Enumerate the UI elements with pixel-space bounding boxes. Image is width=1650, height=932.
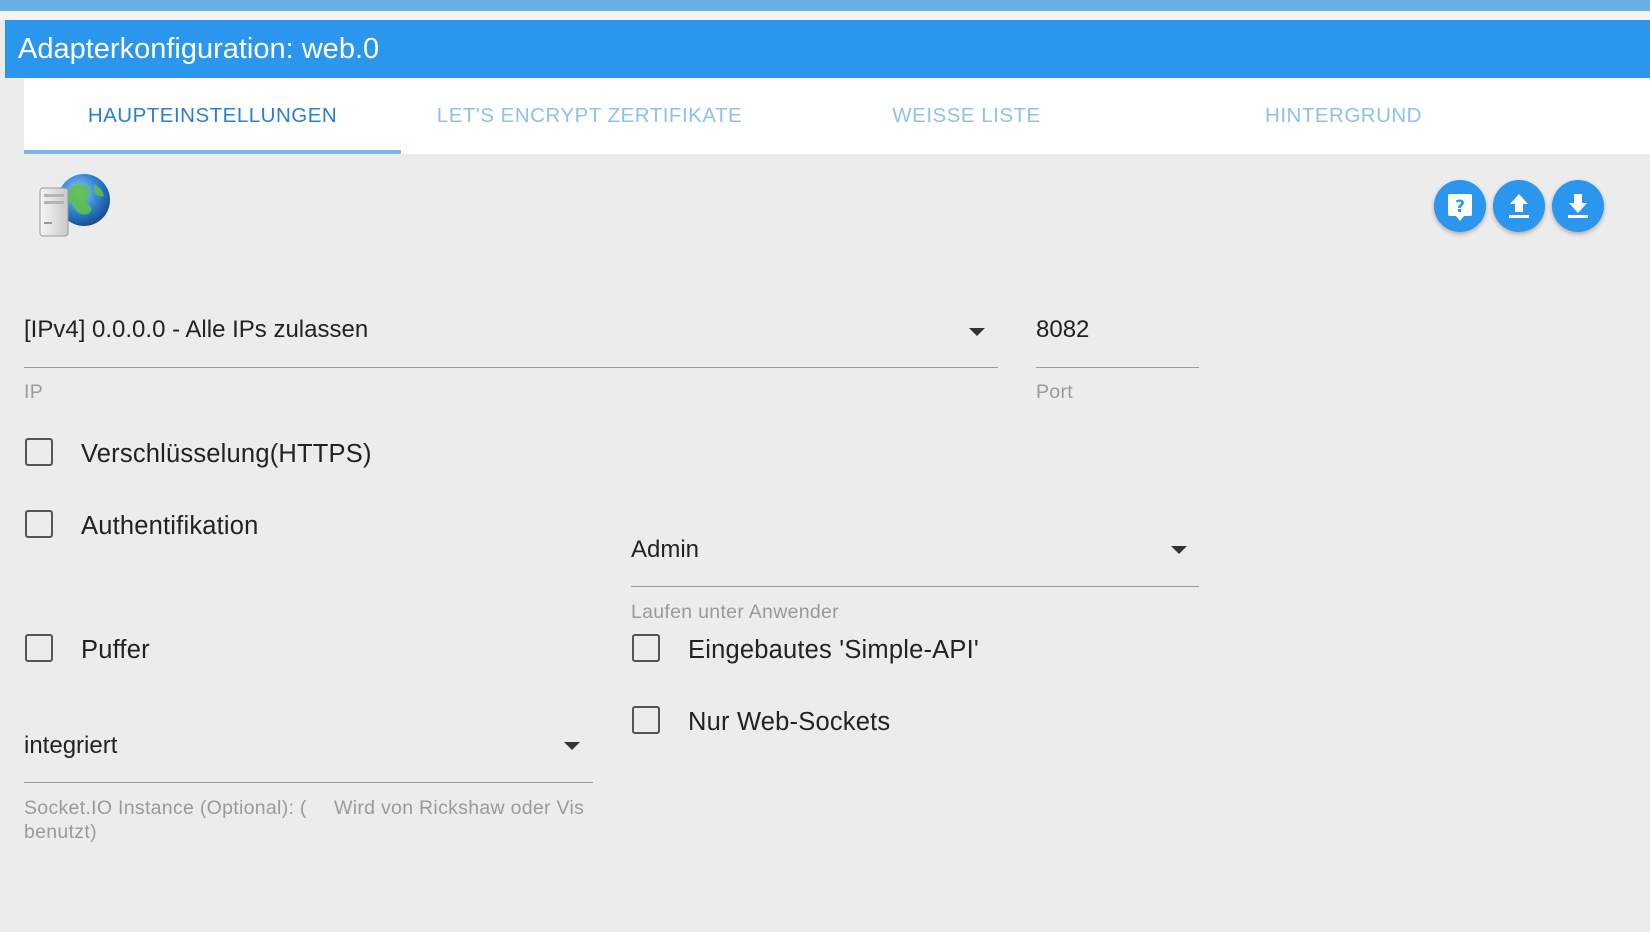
socketio-select-arrow-icon — [564, 742, 580, 750]
tab-main-settings-label: HAUPTEINSTELLUNGEN — [87, 104, 338, 127]
dialog-title-bar: Adapterkonfiguration: web.0 — [5, 20, 1650, 78]
download-icon — [1568, 194, 1588, 218]
tab-whitelist[interactable]: WEISSE LISTE — [778, 78, 1155, 154]
socketio-label-part3: benutzt) — [24, 821, 97, 843]
svg-text:?: ? — [1455, 197, 1465, 217]
ip-label: IP — [24, 381, 44, 403]
ip-select-value: [IPv4] 0.0.0.0 - Alle IPs zulassen — [24, 316, 369, 343]
window-top-gap — [0, 11, 1650, 20]
tab-background[interactable]: HINTERGRUND — [1155, 78, 1532, 154]
https-checkbox[interactable] — [25, 438, 53, 466]
web-sockets-label: Nur Web-Sockets — [688, 708, 891, 736]
window-top-strip — [0, 0, 1650, 11]
buffer-checkbox[interactable] — [25, 634, 53, 662]
upload-icon — [1509, 194, 1529, 218]
simple-api-label: Eingebautes 'Simple-API' — [688, 636, 979, 664]
tab-letsencrypt[interactable]: LET'S ENCRYPT ZERTIFIKATE — [401, 78, 778, 154]
download-button[interactable] — [1552, 180, 1604, 232]
auth-checkbox[interactable] — [25, 510, 53, 538]
auth-label: Authentifikation — [81, 512, 259, 540]
tab-background-label: HINTERGRUND — [1265, 104, 1422, 127]
help-icon: ? — [1448, 194, 1472, 221]
port-input-value: 8082 — [1036, 316, 1090, 343]
socketio-label-part2: Wird von Rickshaw oder Vis — [334, 797, 585, 819]
port-input[interactable]: 8082 — [1036, 300, 1199, 368]
tab-main-settings[interactable]: HAUPTEINSTELLUNGEN — [24, 78, 401, 154]
web-sockets-checkbox[interactable] — [632, 706, 660, 734]
tab-whitelist-label: WEISSE LISTE — [892, 104, 1041, 127]
ip-select[interactable]: [IPv4] 0.0.0.0 - Alle IPs zulassen — [24, 300, 998, 368]
simple-api-checkbox[interactable] — [632, 634, 660, 662]
help-button[interactable]: ? — [1434, 180, 1486, 232]
left-gutter — [5, 78, 24, 932]
run-as-select-arrow-icon — [1171, 546, 1187, 554]
tab-letsencrypt-label: LET'S ENCRYPT ZERTIFIKATE — [436, 104, 743, 127]
socketio-select-value: integriert — [24, 732, 118, 759]
buffer-label: Puffer — [81, 636, 150, 664]
adapter-logo-icon — [39, 174, 110, 237]
socketio-label-part1: Socket.IO Instance (Optional): ( — [24, 797, 307, 819]
upload-button[interactable] — [1493, 180, 1545, 232]
dialog-title: Adapterkonfiguration: web.0 — [18, 33, 380, 65]
tab-bar: HAUPTEINSTELLUNGEN LET'S ENCRYPT ZERTIFI… — [24, 78, 1650, 154]
active-tab-indicator — [24, 150, 401, 154]
ip-select-arrow-icon — [969, 328, 985, 336]
run-as-label: Laufen unter Anwender — [631, 601, 839, 623]
run-as-select-value: Admin — [631, 536, 700, 563]
socketio-select[interactable]: integriert — [24, 716, 593, 783]
run-as-select[interactable]: Admin — [631, 520, 1199, 587]
port-label: Port — [1036, 381, 1073, 403]
https-label: Verschlüsselung(HTTPS) — [81, 440, 372, 468]
